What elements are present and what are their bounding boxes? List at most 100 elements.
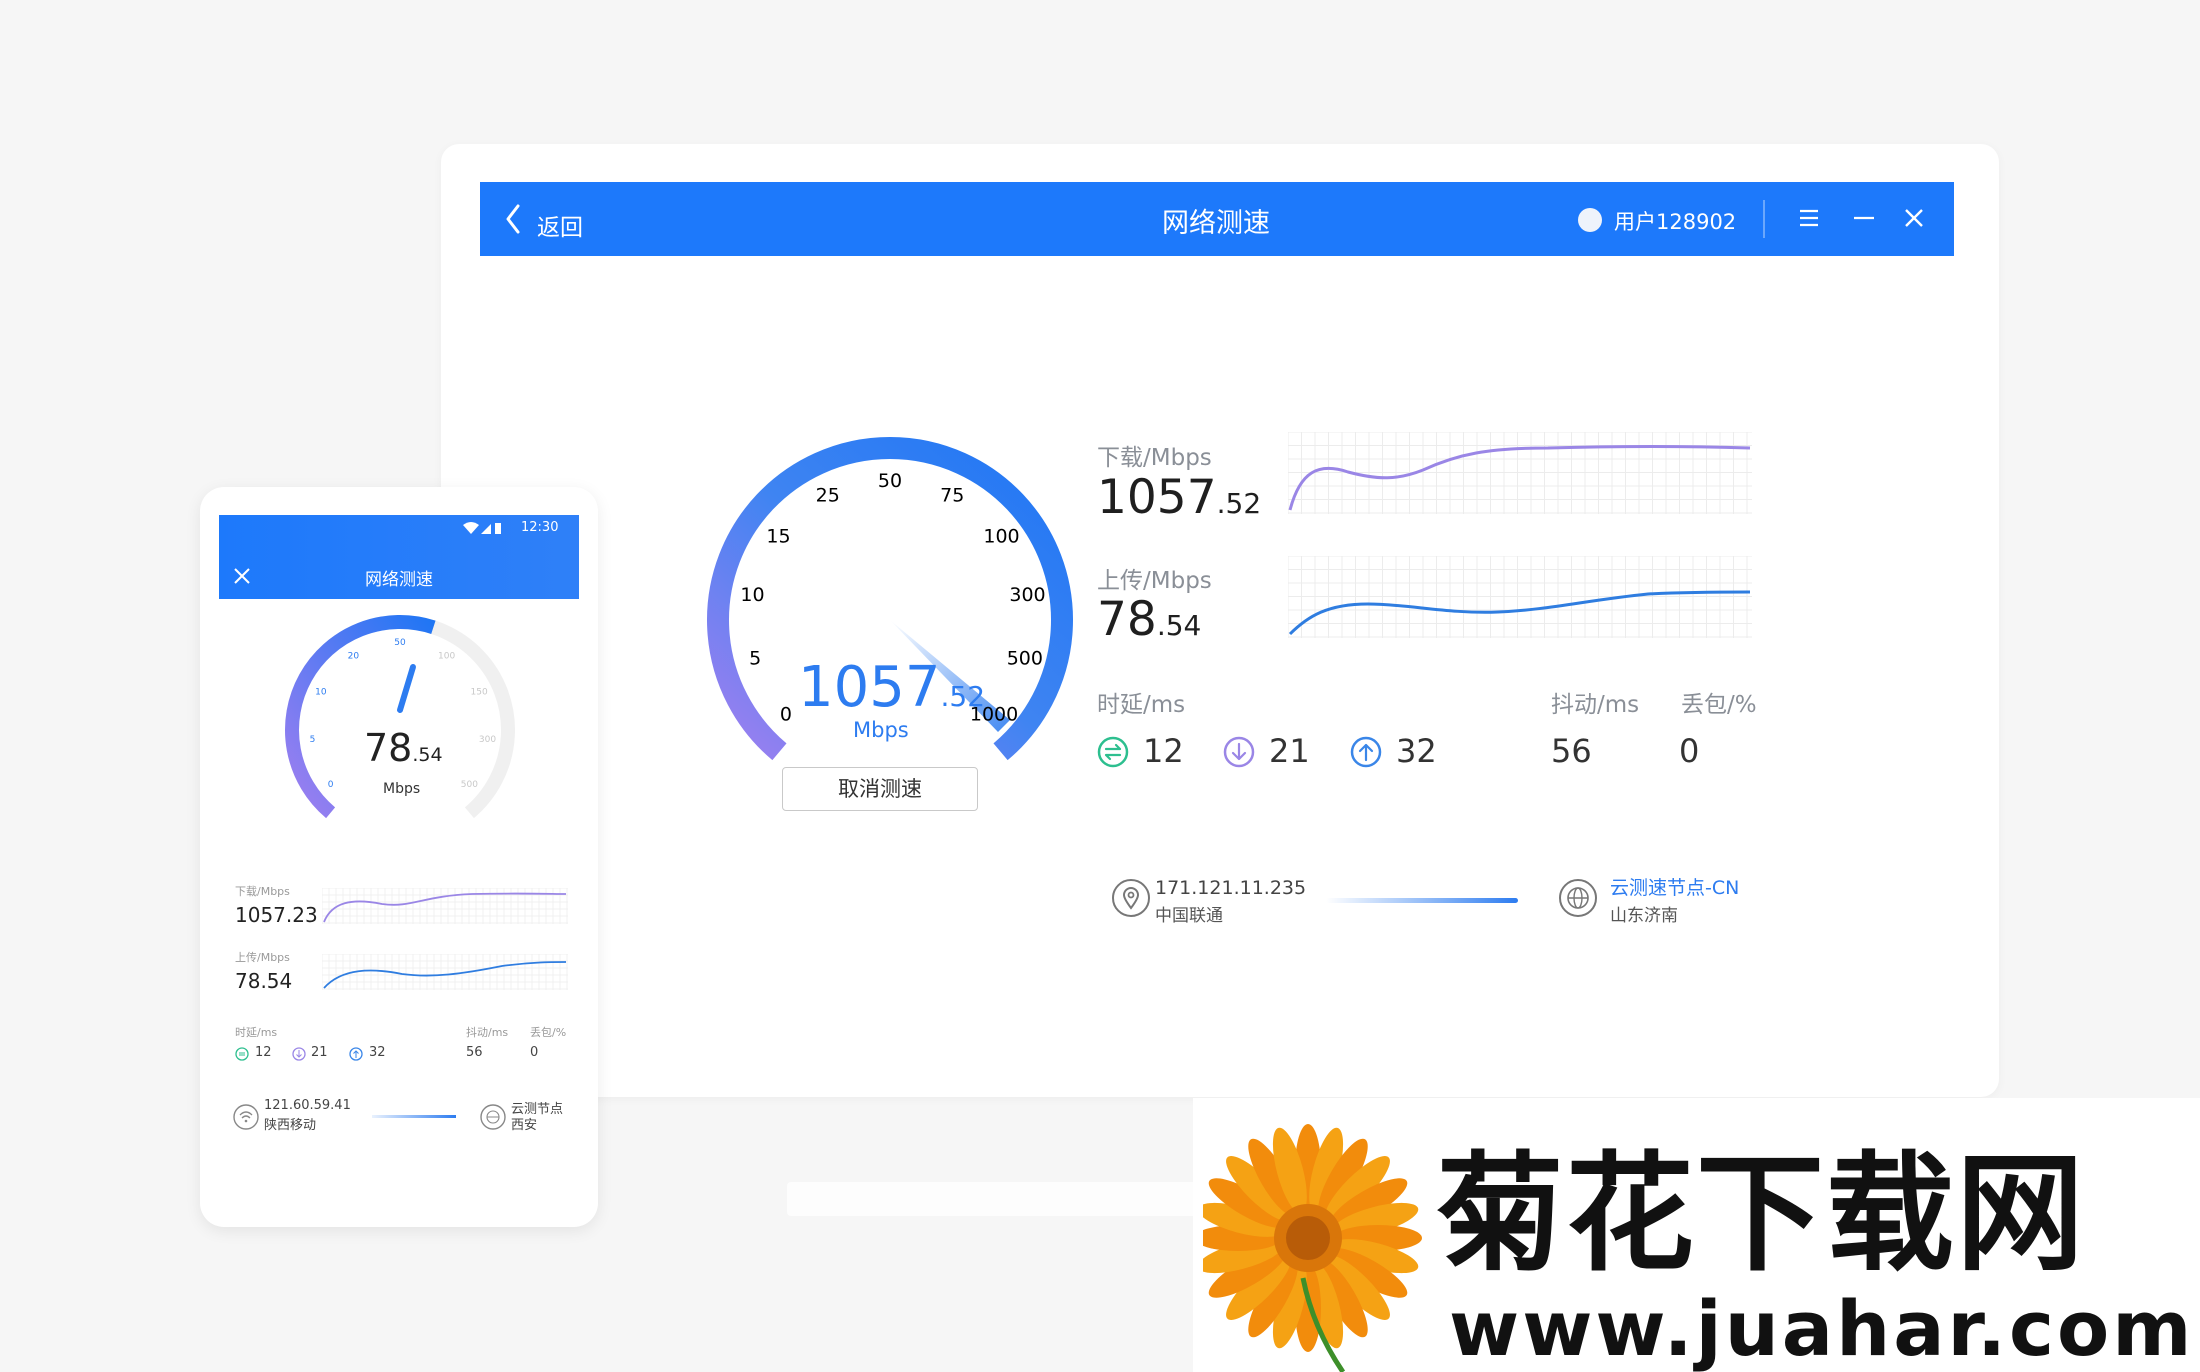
upload-label: 上传/Mbps [1097,568,1212,594]
globe-icon [1559,879,1597,917]
phone-connection-line [372,1115,456,1118]
phone-gauge-value-int: 78 [364,726,413,770]
ping-icon [1097,736,1129,768]
flower-logo-icon [1203,1124,1422,1372]
phone-client-isp: 陕西移动 [264,1118,317,1133]
status-icons [463,522,501,534]
gauge-value-int: 1057 [798,655,941,720]
download-label: 下载/Mbps [1097,445,1212,471]
gauge-tick-label: 75 [940,485,964,507]
phone-close-icon[interactable] [233,567,251,585]
upload-line [1288,590,1751,636]
phone-gauge-tick-label: 5 [310,735,316,745]
divider [1763,200,1765,238]
phone-upload-arrow-icon [349,1047,363,1061]
gauge-tick-label: 25 [816,485,840,507]
phone-download-value: 1057.23 [235,903,318,927]
phone-gauge-value-dec: .54 [412,744,443,766]
download-chart [1288,432,1752,514]
jitter-label: 抖动/ms [1551,692,1640,718]
phone-globe-icon [480,1104,506,1130]
phone-download-line [323,892,567,923]
title-bar: 返回 网络测速 用户128902 [480,182,1954,256]
phone-gauge-unit: Mbps [383,781,421,797]
phone-jitter-label: 抖动/ms [466,1026,509,1039]
phone-upload-label: 上传/Mbps [235,951,290,964]
download-value-int: 1057 [1097,470,1217,525]
phone-download-arrow-icon [292,1047,306,1061]
phone-download-label: 下载/Mbps [235,885,290,898]
gauge-tick-label: 500 [1007,648,1043,670]
latency-label: 时延/ms [1097,692,1186,718]
upload-value: 78.54 [1097,592,1201,647]
close-icon[interactable] [1902,206,1926,230]
phone-server-location: 西安 [511,1118,538,1133]
download-arrow-icon [1223,736,1255,768]
gauge-tick-label: 0 [780,704,792,726]
chevron-left-icon [506,204,520,234]
phone-loss-value: 0 [530,1045,539,1060]
phone-ping-icon [235,1047,249,1061]
loss-value: 0 [1679,732,1700,770]
phone-upload-value: 78.54 [235,969,293,993]
phone-gauge-needle [397,664,416,713]
upload-value-dec: .54 [1156,609,1202,642]
watermark-url: www.juahar.com [1449,1284,2195,1372]
back-label: 返回 [537,215,583,241]
latency-ping-value: 12 [1143,732,1184,770]
phone-client-ip: 121.60.59.41 [264,1098,351,1113]
latency-upload-value: 32 [1396,732,1437,770]
avatar [1578,208,1602,232]
server-location: 山东济南 [1610,906,1678,926]
desktop-window [441,144,1999,1097]
phone-wifi-icon [233,1104,259,1130]
phone-latency-ping: 12 [255,1045,272,1060]
page-title: 网络测速 [1162,208,1270,239]
status-time: 12:30 [521,520,559,535]
phone-jitter-value: 56 [466,1045,483,1060]
phone-latency-download: 21 [311,1045,328,1060]
gauge-value-dec: .52 [940,680,986,713]
jitter-value: 56 [1551,732,1592,770]
gauge-unit: Mbps [853,718,909,742]
gauge-tick-label: 10 [740,584,764,606]
phone-gauge-tick-label: 50 [394,638,406,648]
phone-title: 网络测速 [365,570,433,590]
phone-gauge-tick-label: 100 [438,651,455,661]
gauge-tick-label: 15 [766,525,790,547]
client-isp: 中国联通 [1155,906,1223,926]
location-pin-icon [1112,879,1150,917]
phone-gauge-value: 78.54 [364,726,443,770]
loss-label: 丢包/% [1681,692,1757,718]
download-line [1288,445,1751,511]
gauge-tick-label: 50 [878,470,902,492]
menu-icon[interactable] [1798,206,1820,230]
latency-download-value: 21 [1269,732,1310,770]
client-ip: 171.121.11.235 [1155,877,1307,899]
phone-gauge-tick-label: 0 [328,780,334,790]
upload-arrow-icon [1350,736,1382,768]
minimize-icon[interactable] [1852,206,1876,230]
gauge-tick-label: 5 [749,648,761,670]
user-name: 用户128902 [1614,210,1737,234]
phone-upload-chart [322,954,568,990]
watermark: 菊花下载网 www.juahar.com [1193,1098,2200,1372]
phone-latency-label: 时延/ms [235,1026,278,1039]
phone-gauge-tick-label: 300 [479,735,496,745]
cancel-test-button[interactable]: 取消测速 [782,767,978,811]
upload-chart-grid [1288,556,1752,638]
phone-gauge-tick-label: 150 [471,687,488,697]
phone-loss-label: 丢包/% [530,1026,567,1039]
gauge-value: 1057.52 [798,655,985,720]
connection-line [1326,898,1518,903]
phone-header: 12:30 网络测速 [219,515,579,599]
gauge-tick-label: 300 [1009,584,1045,606]
upload-chart [1288,556,1752,638]
gauge-tick-label: 100 [983,525,1019,547]
server-name[interactable]: 云测速节点-CN [1610,876,1739,900]
download-value: 1057.52 [1097,470,1261,525]
phone-gauge-tick-label: 500 [461,780,478,790]
upload-value-int: 78 [1097,592,1157,647]
phone-download-chart [322,888,568,924]
phone-gauge-tick-label: 20 [348,651,360,661]
